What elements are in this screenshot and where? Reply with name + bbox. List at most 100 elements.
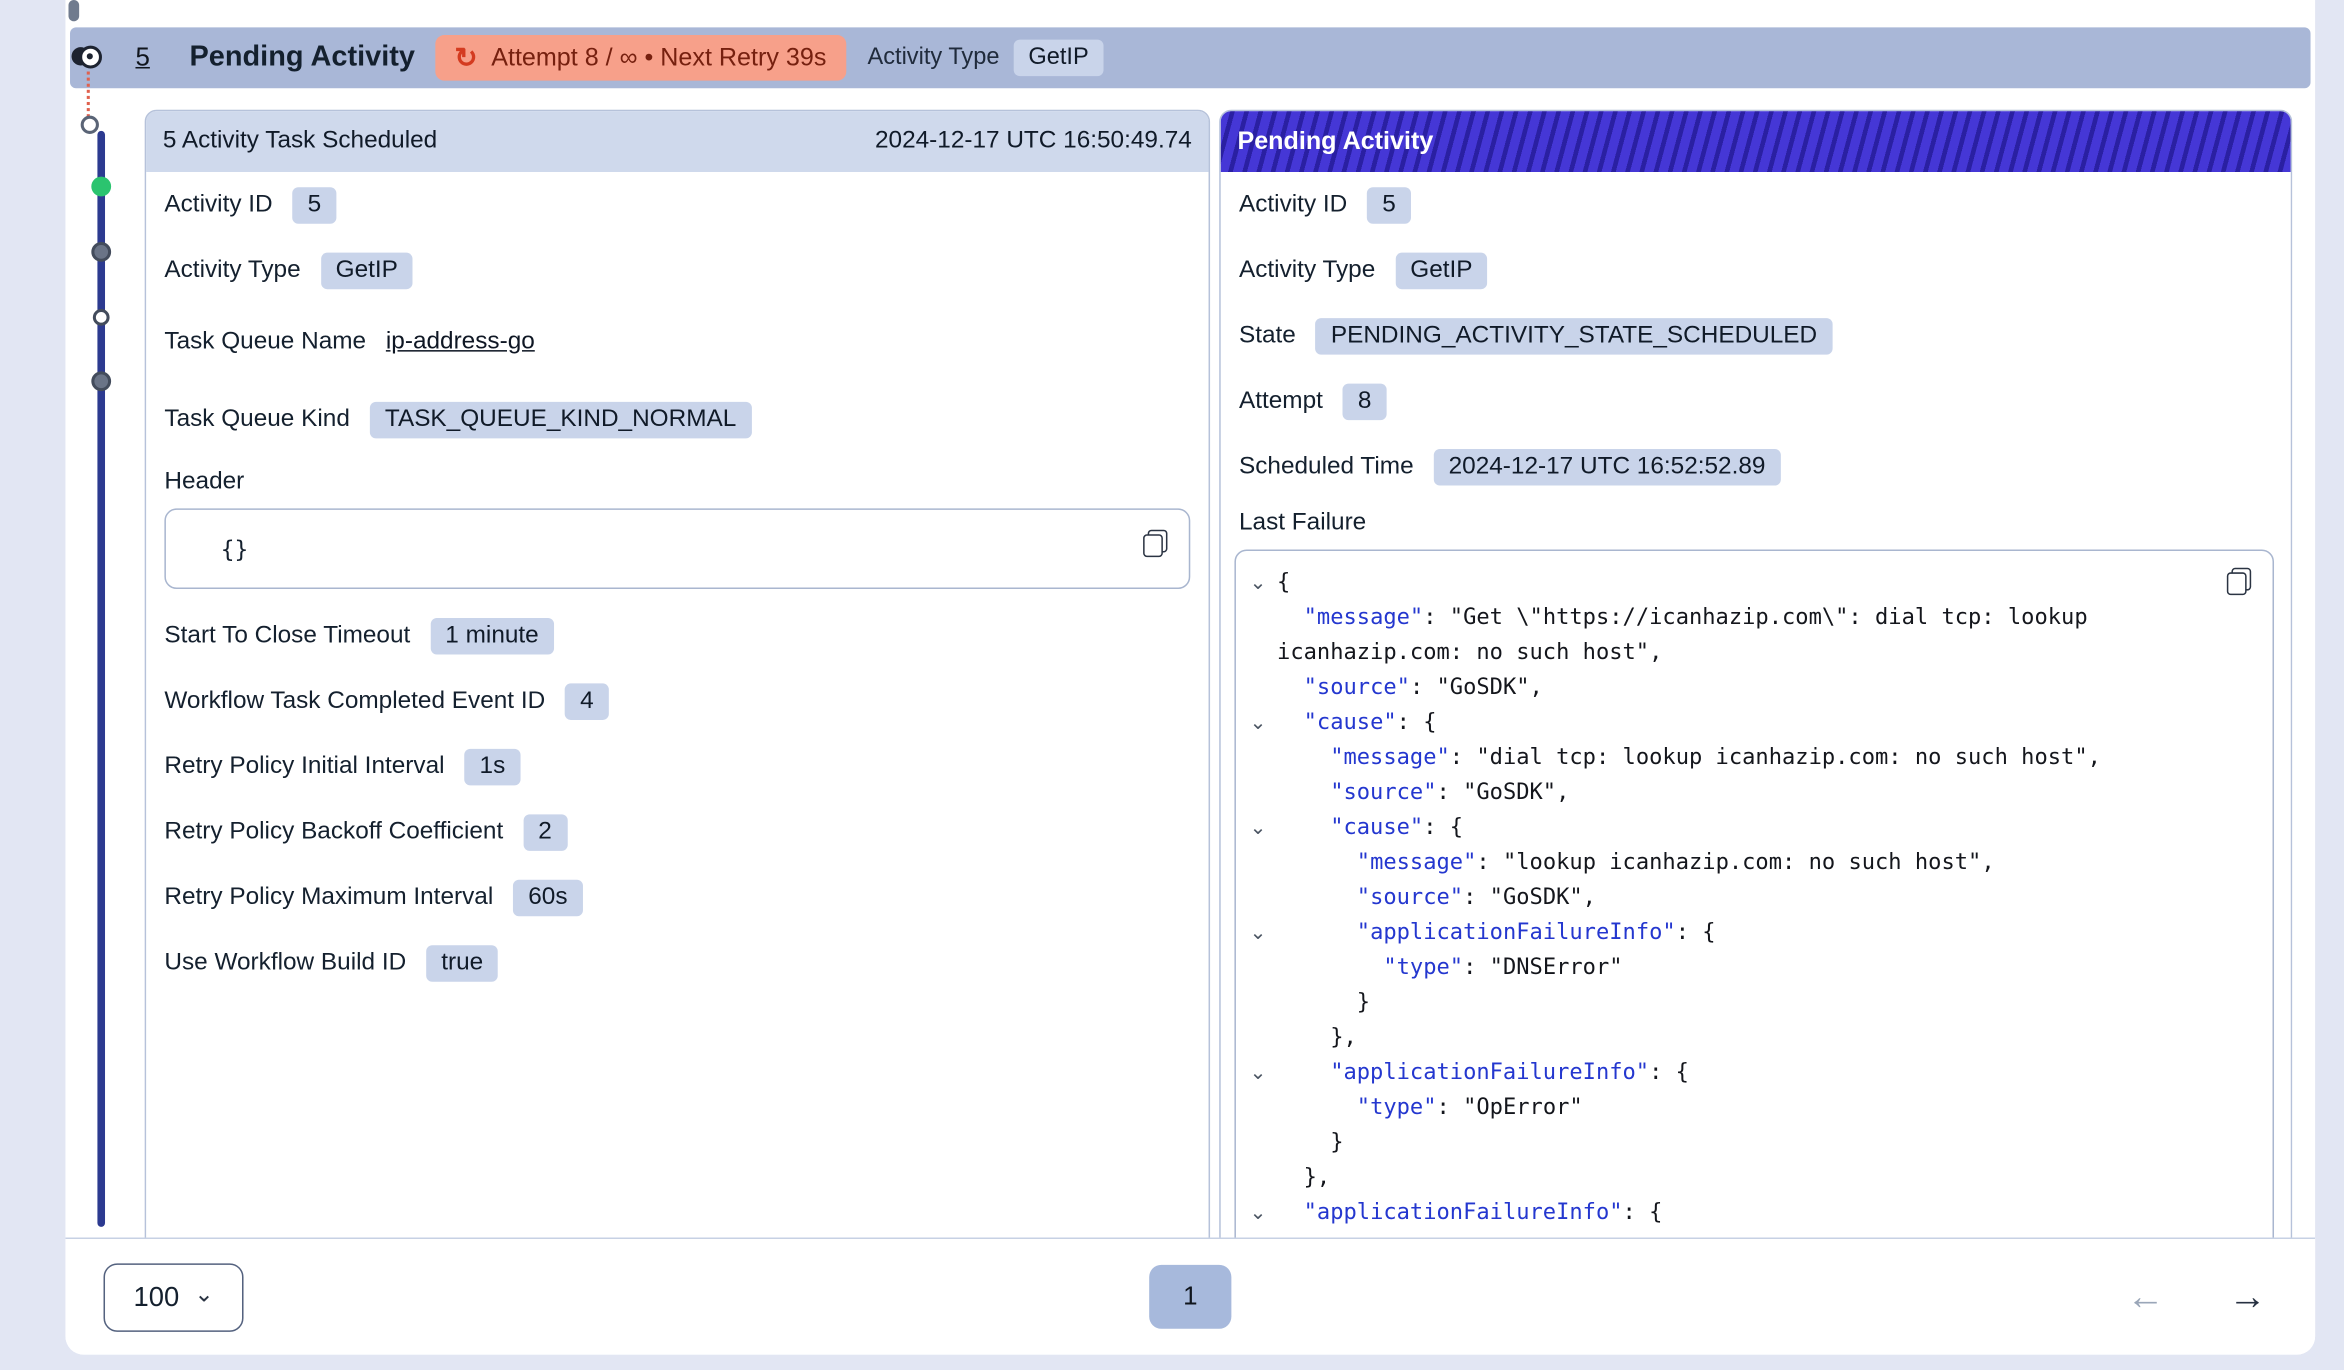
gutter-spacer bbox=[1248, 1126, 1277, 1161]
field-value-badge: 60s bbox=[513, 879, 583, 916]
field-value-badge: PENDING_ACTIVITY_STATE_SCHEDULED bbox=[1316, 317, 1833, 354]
collapse-chevron-icon[interactable]: ⌄ bbox=[1248, 566, 1277, 601]
pending-activity-panel: Pending Activity Activity ID 5 Activity … bbox=[1219, 110, 2292, 1238]
header-field-label: Header bbox=[164, 458, 1190, 505]
json-line-text: "message": "dial tcp: lookup icanhazip.c… bbox=[1277, 741, 2254, 776]
field-value-badge: TASK_QUEUE_KIND_NORMAL bbox=[370, 401, 752, 438]
copy-icon bbox=[1143, 530, 1167, 557]
json-line-text: } bbox=[1277, 1126, 2254, 1161]
field-row-activity-type: Activity Type GetIP bbox=[1239, 237, 2273, 302]
activity-type-label: Activity Type bbox=[867, 44, 999, 71]
json-line: }, bbox=[1248, 1161, 2254, 1196]
retry-badge: ↻ Attempt 8 / ∞ • Next Retry 39s bbox=[435, 35, 846, 81]
header-payload-box: {} bbox=[164, 508, 1190, 589]
timeline-dot-white bbox=[93, 309, 110, 326]
retry-badge-text: Attempt 8 / ∞ • Next Retry 39s bbox=[491, 43, 826, 72]
field-value-badge: GetIP bbox=[1395, 252, 1488, 289]
json-line: } bbox=[1248, 986, 2254, 1021]
arrow-right-icon[interactable]: → bbox=[2228, 1275, 2266, 1319]
field-value-badge: 1s bbox=[464, 748, 520, 785]
collapse-chevron-icon[interactable]: ⌄ bbox=[1248, 916, 1277, 951]
collapse-chevron-icon[interactable]: ⌄ bbox=[1248, 706, 1277, 741]
json-line: "message": "Get \"https://icanhazip.com\… bbox=[1248, 601, 2254, 671]
collapse-chevron-icon[interactable]: ⌄ bbox=[1248, 811, 1277, 846]
workflow-history-page: 5 Pending Activity ↻ Attempt 8 / ∞ • Nex… bbox=[0, 0, 2344, 1370]
json-line: "source": "GoSDK", bbox=[1248, 671, 2254, 706]
json-line-text: "cause": { bbox=[1277, 706, 2254, 741]
field-label: Activity Type bbox=[1239, 256, 1375, 283]
field-row-task-queue-kind: Task Queue Kind TASK_QUEUE_KIND_NORMAL bbox=[164, 381, 1190, 459]
json-line-text: "message": "lookup icanhazip.com: no suc… bbox=[1277, 846, 2254, 881]
field-label: Task Queue Kind bbox=[164, 406, 349, 433]
json-line-text: "source": "GoSDK", bbox=[1277, 776, 2254, 811]
gutter-spacer bbox=[1248, 601, 1277, 671]
field-label: Retry Policy Initial Interval bbox=[164, 753, 444, 780]
last-failure-label: Last Failure bbox=[1239, 499, 2273, 546]
field-value-badge: GetIP bbox=[320, 252, 413, 289]
field-label: Activity ID bbox=[164, 191, 272, 218]
gutter-spacer bbox=[1248, 776, 1277, 811]
gutter-spacer bbox=[1248, 1091, 1277, 1126]
collapse-chevron-icon[interactable]: ⌄ bbox=[1248, 1196, 1277, 1231]
event-detail-title: 5 Activity Task Scheduled bbox=[163, 128, 437, 155]
timeline-dot-gray bbox=[91, 371, 111, 391]
gutter-spacer bbox=[1248, 741, 1277, 776]
pending-activity-header: Pending Activity bbox=[1221, 111, 2291, 172]
json-line-text: "cause": { bbox=[1277, 811, 2254, 846]
copy-button[interactable] bbox=[2227, 566, 2254, 596]
current-page-button[interactable]: 1 bbox=[1149, 1265, 1231, 1329]
json-line-text: "applicationFailureInfo": { bbox=[1277, 1056, 2254, 1091]
event-title: Pending Activity bbox=[189, 41, 415, 74]
field-label: Activity Type bbox=[164, 256, 300, 283]
field-value-badge: 2024-12-17 UTC 16:52:52.89 bbox=[1433, 448, 1780, 485]
json-line: ⌄ "cause": { bbox=[1248, 811, 2254, 846]
json-line: ⌄ "applicationFailureInfo": { bbox=[1248, 1056, 2254, 1091]
copy-button[interactable] bbox=[1143, 528, 1170, 558]
field-row-attempt: Attempt 8 bbox=[1239, 368, 2273, 433]
copy-icon bbox=[2227, 568, 2251, 595]
activity-type-badge: GetIP bbox=[1013, 40, 1104, 77]
event-detail-body: Activity ID 5 Activity Type GetIP Task Q… bbox=[146, 172, 1208, 995]
json-line: "message": "dial tcp: lookup icanhazip.c… bbox=[1248, 741, 2254, 776]
field-row-state: State PENDING_ACTIVITY_STATE_SCHEDULED bbox=[1239, 303, 2273, 368]
gutter-spacer bbox=[1248, 881, 1277, 916]
json-line: ⌄ "applicationFailureInfo": { bbox=[1248, 1196, 2254, 1231]
field-label: Task Queue Name bbox=[164, 328, 366, 355]
json-line-text: "source": "GoSDK", bbox=[1277, 671, 2254, 706]
json-line-text: "type": "DNSError" bbox=[1277, 951, 2254, 986]
field-value-badge: true bbox=[426, 944, 498, 981]
field-row-activity-id: Activity ID 5 bbox=[164, 172, 1190, 237]
field-row-scheduled-time: Scheduled Time 2024-12-17 UTC 16:52:52.8… bbox=[1239, 434, 2273, 499]
field-label: Attempt bbox=[1239, 387, 1323, 414]
json-line-text: { bbox=[1277, 566, 2254, 601]
field-row-retry-max-interval: Retry Policy Maximum Interval 60s bbox=[164, 865, 1190, 930]
field-label: Retry Policy Maximum Interval bbox=[164, 884, 493, 911]
pending-activity-body: Activity ID 5 Activity Type GetIP State … bbox=[1221, 172, 2291, 546]
event-detail-header[interactable]: 5 Activity Task Scheduled 2024-12-17 UTC… bbox=[146, 111, 1208, 172]
field-row-retry-backoff: Retry Policy Backoff Coefficient 2 bbox=[164, 799, 1190, 864]
field-value-badge: 5 bbox=[1367, 186, 1411, 223]
field-row-activity-id: Activity ID 5 bbox=[1239, 172, 2273, 237]
json-line: "type": "OpError" bbox=[1248, 1091, 2254, 1126]
json-line: "message": "lookup icanhazip.com: no suc… bbox=[1248, 846, 2254, 881]
workflow-history-card: 5 Pending Activity ↻ Attempt 8 / ∞ • Nex… bbox=[65, 0, 2315, 1355]
json-line-text: "applicationFailureInfo": { bbox=[1277, 916, 2254, 951]
json-line: ⌄ "applicationFailureInfo": { bbox=[1248, 916, 2254, 951]
json-line-text: "applicationFailureInfo": { bbox=[1277, 1196, 2254, 1231]
field-value-badge: 2 bbox=[523, 814, 567, 851]
pagination-arrows: ← → bbox=[2126, 1275, 2266, 1319]
field-value-badge: 4 bbox=[565, 683, 609, 720]
gutter-spacer bbox=[1248, 1161, 1277, 1196]
field-label: Retry Policy Backoff Coefficient bbox=[164, 818, 503, 845]
json-line-text: }, bbox=[1277, 1021, 2254, 1056]
json-line-text: }, bbox=[1277, 1161, 2254, 1196]
field-value-badge: 1 minute bbox=[430, 617, 554, 654]
json-line: ⌄{ bbox=[1248, 566, 2254, 601]
event-group-header[interactable]: 5 Pending Activity ↻ Attempt 8 / ∞ • Nex… bbox=[70, 27, 2311, 88]
timeline-line bbox=[97, 131, 105, 1227]
timeline-dot-green bbox=[91, 177, 111, 197]
arrow-left-icon[interactable]: ← bbox=[2126, 1275, 2164, 1319]
task-queue-link[interactable]: ip-address-go bbox=[386, 328, 535, 355]
page-size-select[interactable]: 100 ⌄ bbox=[104, 1263, 244, 1331]
collapse-chevron-icon[interactable]: ⌄ bbox=[1248, 1056, 1277, 1091]
